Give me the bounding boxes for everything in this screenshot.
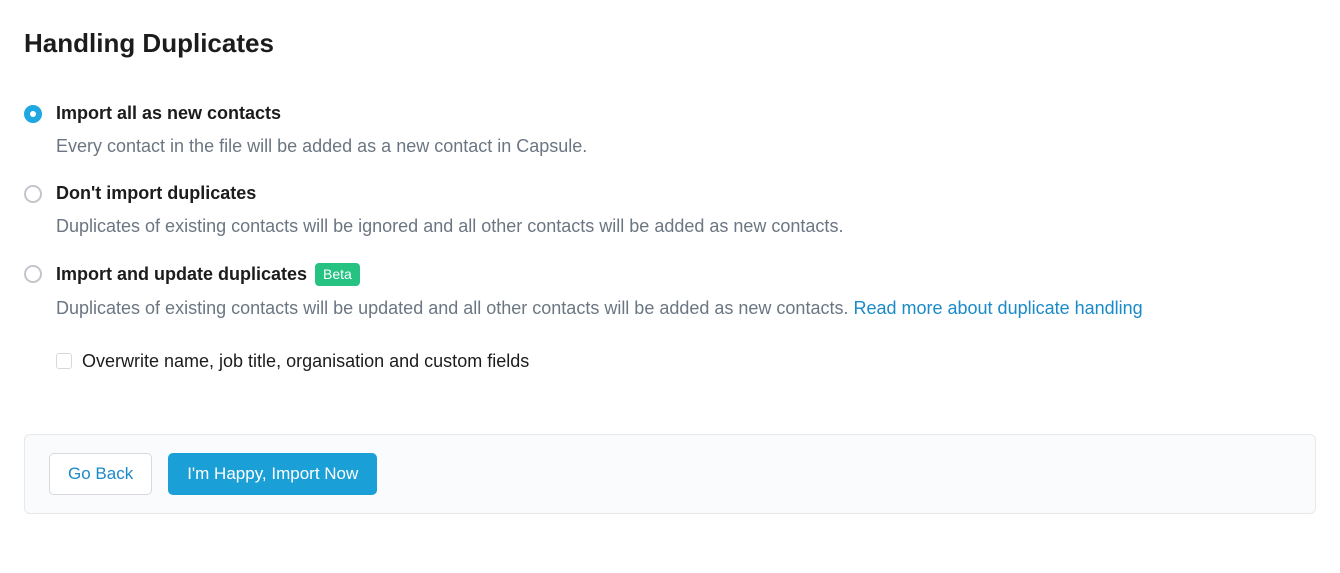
duplicate-options: Import all as new contacts Every contact… xyxy=(24,103,1316,372)
option-label[interactable]: Don't import duplicates xyxy=(56,183,256,204)
import-now-button[interactable]: I'm Happy, Import Now xyxy=(168,453,377,495)
read-more-link[interactable]: Read more about duplicate handling xyxy=(853,298,1142,318)
go-back-button[interactable]: Go Back xyxy=(49,453,152,495)
option-description: Duplicates of existing contacts will be … xyxy=(56,214,1316,239)
radio-import-and-update[interactable] xyxy=(24,265,42,283)
footer-bar: Go Back I'm Happy, Import Now xyxy=(24,434,1316,514)
option-label[interactable]: Import and update duplicates Beta xyxy=(56,263,360,285)
option-description: Duplicates of existing contacts will be … xyxy=(56,296,1316,321)
overwrite-checkbox-row: Overwrite name, job title, organisation … xyxy=(56,351,1316,372)
option-description: Every contact in the file will be added … xyxy=(56,134,1316,159)
option-description-text: Duplicates of existing contacts will be … xyxy=(56,298,853,318)
option-import-all: Import all as new contacts Every contact… xyxy=(24,103,1316,159)
beta-badge: Beta xyxy=(315,263,360,285)
overwrite-checkbox[interactable] xyxy=(56,353,72,369)
overwrite-checkbox-label[interactable]: Overwrite name, job title, organisation … xyxy=(82,351,529,372)
radio-import-all[interactable] xyxy=(24,105,42,123)
page-title: Handling Duplicates xyxy=(24,28,1316,59)
option-label[interactable]: Import all as new contacts xyxy=(56,103,281,124)
radio-dont-import-duplicates[interactable] xyxy=(24,185,42,203)
option-import-and-update: Import and update duplicates Beta Duplic… xyxy=(24,263,1316,371)
option-label-text: Import and update duplicates xyxy=(56,264,307,285)
option-dont-import-duplicates: Don't import duplicates Duplicates of ex… xyxy=(24,183,1316,239)
